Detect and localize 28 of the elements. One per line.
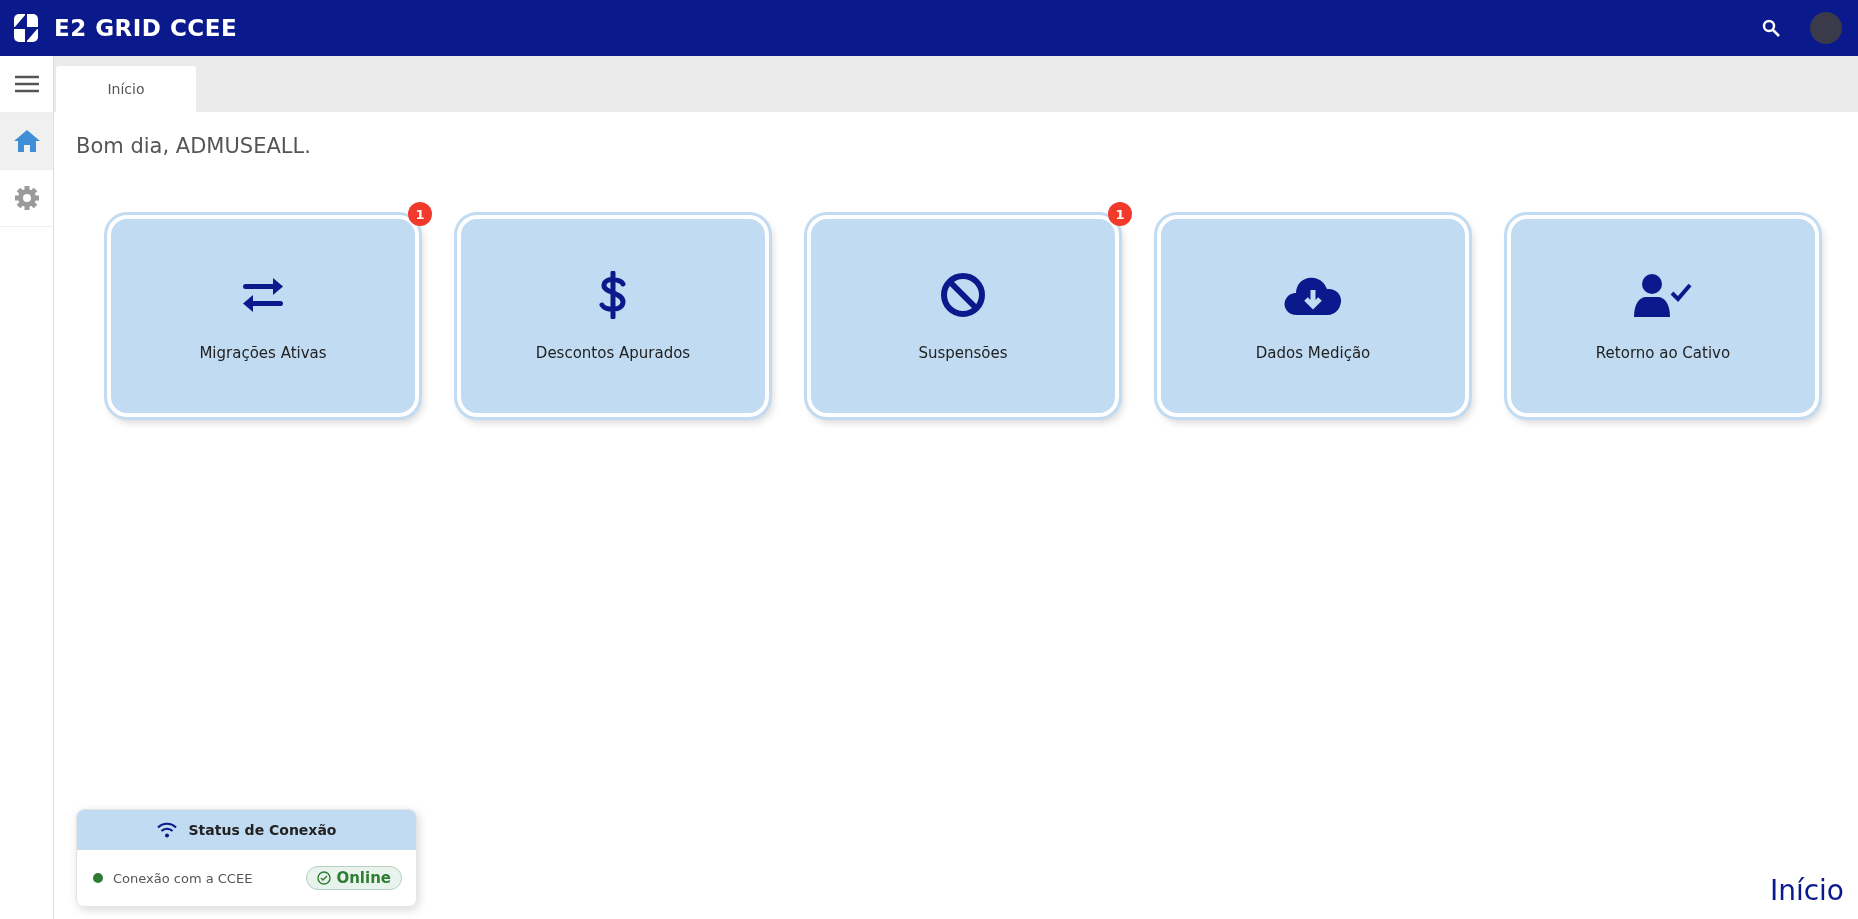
dollar-icon — [599, 271, 627, 319]
card-label: Descontos Apurados — [535, 344, 691, 362]
panel-title: Status de Conexão — [188, 822, 337, 838]
prohibited-icon — [940, 272, 986, 318]
logo-icon — [14, 14, 38, 42]
card-label: Dados Medição — [1255, 344, 1371, 362]
check-circle-icon — [317, 871, 332, 885]
user-check-icon — [1632, 273, 1694, 317]
menu-icon — [14, 75, 39, 93]
greeting: Bom dia, ADMUSEALL. — [76, 134, 312, 158]
tab[interactable]: Início — [56, 66, 196, 112]
notification-count: 1 — [1108, 202, 1132, 226]
status-pill: Online — [306, 866, 402, 890]
dashboard-card[interactable]: Descontos Apurados — [457, 215, 769, 417]
settings-icon — [13, 185, 40, 211]
dashboard-card[interactable]: Retorno ao Cativo — [1507, 215, 1819, 417]
swap-arrows-icon — [241, 277, 285, 313]
dashboard-card[interactable]: Dados Medição — [1157, 215, 1469, 417]
app-title: E2 GRID CCEE — [54, 15, 239, 41]
wifi-icon — [156, 822, 177, 838]
search-icon[interactable] — [1762, 19, 1780, 37]
card-label: Suspensões — [918, 344, 1008, 362]
card-label: Retorno ao Cativo — [1595, 344, 1731, 362]
page-label: Início — [1769, 874, 1844, 907]
notification-count: 1 — [408, 202, 432, 226]
home-icon — [13, 130, 40, 152]
card-label: Migrações Ativas — [199, 344, 327, 362]
connection-label: Conexão com a CCEE — [113, 870, 254, 886]
